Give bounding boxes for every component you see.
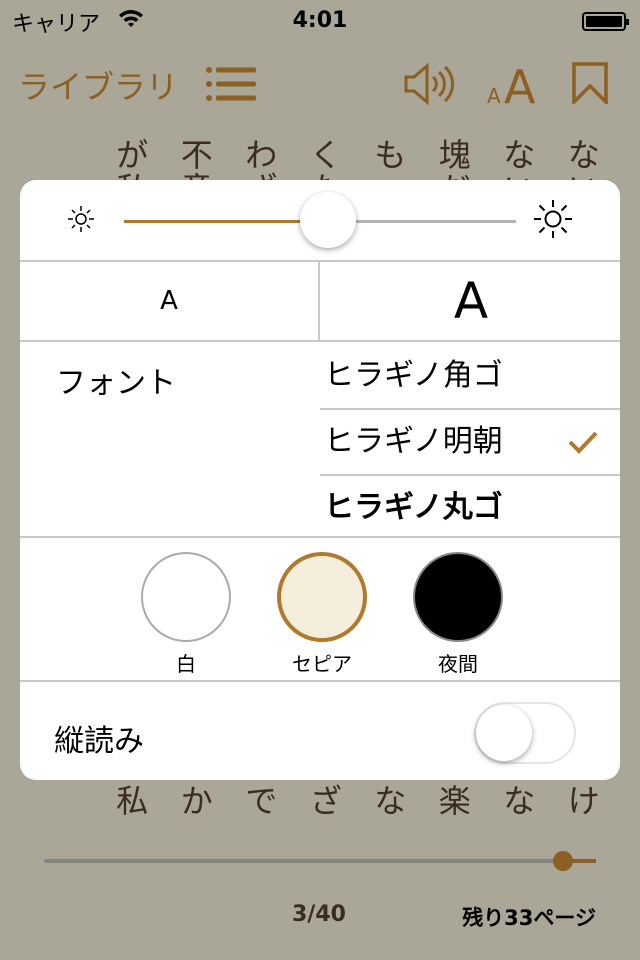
library-button[interactable]: ライブラリ: [18, 62, 178, 108]
font-option-label: ヒラギノ丸ゴ: [324, 490, 503, 525]
char: な: [374, 782, 407, 820]
theme-night-label: 夜間: [438, 652, 478, 676]
bookmark-icon[interactable]: [571, 62, 609, 104]
list-icon[interactable]: [205, 66, 257, 102]
checkmark-icon: [568, 431, 598, 454]
theme-sepia-button[interactable]: [277, 552, 367, 642]
carrier-label: キャリア: [12, 12, 101, 37]
wifi-icon: [119, 10, 143, 27]
font-option-maru-gothic[interactable]: ヒラギノ丸ゴ: [320, 474, 620, 542]
font-option-label: ヒラギノ明朝: [324, 424, 503, 459]
nav-bar: ライブラリ AA: [0, 58, 640, 110]
char: 私: [116, 782, 149, 820]
svg-text:A: A: [504, 62, 536, 104]
display-settings-popover: A A フォント ヒラギノ角ゴ ヒラギノ明朝 ヒラギノ丸ゴ 白 セピア 夜間 縦…: [20, 180, 620, 780]
char: な: [503, 782, 536, 820]
char: け: [567, 782, 600, 820]
vertical-reading-label: 縦読み: [54, 724, 144, 759]
page-slider[interactable]: [44, 859, 596, 863]
speaker-icon[interactable]: [403, 62, 457, 106]
font-option-label: ヒラギノ角ゴ: [324, 358, 503, 393]
pages-remaining: 残り33ページ: [462, 906, 596, 930]
font-size-icon[interactable]: AA: [487, 62, 541, 104]
char: ざ: [309, 782, 342, 820]
theme-night-button[interactable]: [413, 552, 503, 642]
brightness-low-icon: [68, 206, 94, 232]
font-label: フォント: [56, 366, 176, 401]
char: 楽: [438, 782, 471, 820]
char: か: [180, 782, 213, 820]
font-option-kaku-gothic[interactable]: ヒラギノ角ゴ: [320, 342, 620, 410]
decrease-font-button[interactable]: A: [20, 262, 320, 340]
battery-icon: [582, 12, 629, 31]
brightness-high-icon: [534, 200, 572, 238]
font-section: フォント ヒラギノ角ゴ ヒラギノ明朝 ヒラギノ丸ゴ: [20, 342, 620, 538]
font-size-section: A A: [20, 262, 620, 342]
status-bar: キャリア 4:01: [0, 0, 640, 40]
theme-white-button[interactable]: [141, 552, 231, 642]
svg-text:A: A: [487, 84, 501, 104]
page-slider-thumb[interactable]: [552, 851, 573, 871]
brightness-fill: [124, 220, 328, 223]
increase-font-button[interactable]: A: [322, 262, 620, 340]
theme-sepia-label: セピア: [292, 652, 352, 676]
char: で: [245, 782, 278, 820]
brightness-section: [20, 180, 620, 262]
page-number: 3/40: [292, 902, 346, 927]
book-text-row: 私かでざな楽なけ: [100, 776, 616, 822]
toggle-thumb: [476, 705, 532, 761]
vertical-reading-toggle[interactable]: [474, 702, 576, 764]
brightness-slider-thumb[interactable]: [299, 192, 356, 248]
theme-white-label: 白: [176, 652, 196, 676]
font-option-mincho[interactable]: ヒラギノ明朝: [320, 408, 620, 476]
